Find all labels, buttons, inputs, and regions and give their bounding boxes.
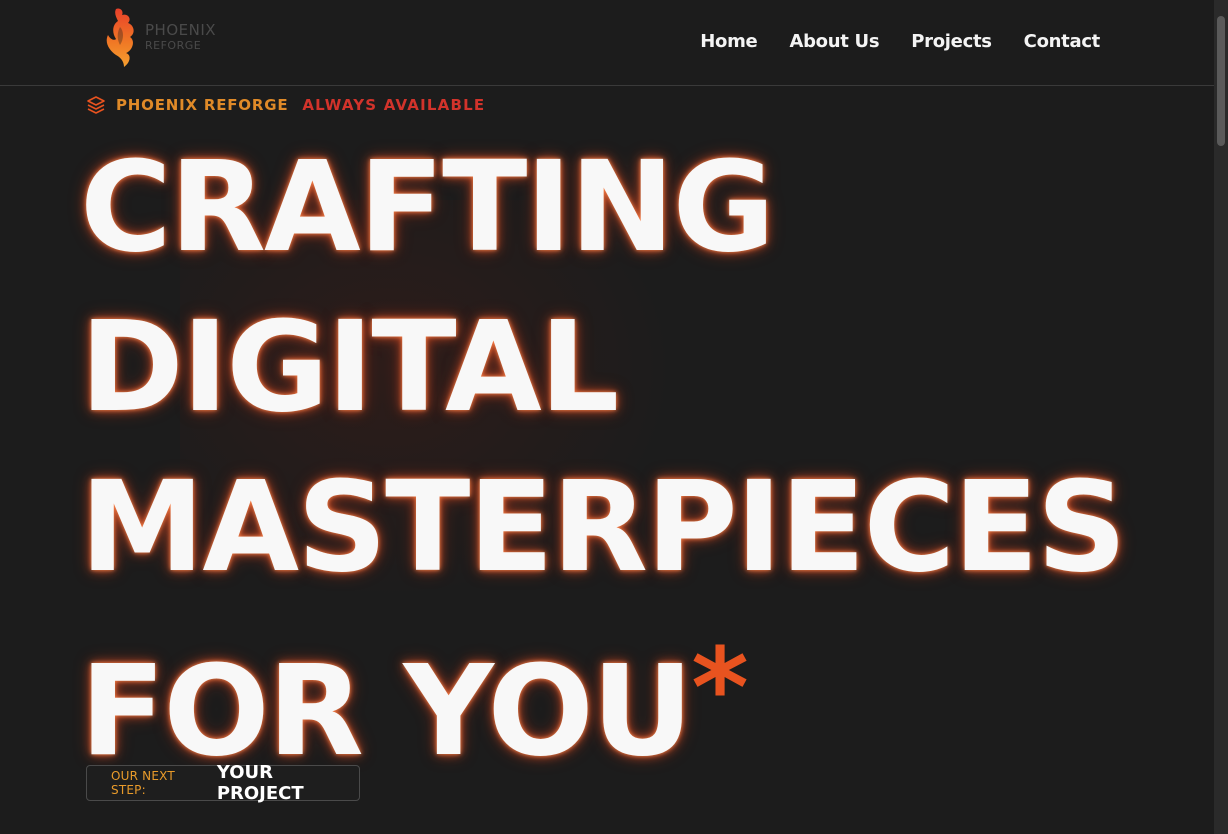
hero-line-1: CRAFTING [80, 135, 775, 280]
nav-home-link[interactable]: Home [700, 31, 758, 52]
next-step-label: OUR NEXT STEP: [111, 769, 175, 797]
nav-projects-link[interactable]: Projects [911, 31, 992, 52]
scrollbar[interactable] [1214, 0, 1228, 834]
asterisk-mark: * [691, 624, 749, 752]
logo[interactable]: PHOENIX REFORGE [102, 5, 222, 73]
scrollbar-thumb[interactable] [1217, 16, 1225, 146]
logo-text: PHOENIX REFORGE [145, 21, 217, 52]
main-nav: Home About Us Projects Contact [700, 31, 1100, 52]
tagline: PHOENIX REFORGE ALWAYS AVAILABLE [86, 95, 485, 115]
hero-heading: CRAFTING DIGITAL MASTERPIECES FOR YOU* [80, 128, 1127, 792]
logo-sub-text: REFORGE [145, 39, 202, 52]
site-header: PHOENIX REFORGE Home About Us Projects C… [0, 0, 1214, 86]
hero-line-3: MASTERPIECES [80, 455, 1127, 600]
hero-line-4-text: FOR YOU [80, 639, 693, 784]
logo-main-text: PHOENIX [145, 21, 217, 39]
availability-status: ALWAYS AVAILABLE [302, 96, 486, 114]
nav-contact-link[interactable]: Contact [1024, 31, 1101, 52]
next-step-button[interactable]: OUR NEXT STEP: YOUR PROJECT [86, 762, 360, 804]
next-step-value: YOUR PROJECT [216, 762, 304, 804]
hero-line-2: DIGITAL [80, 295, 619, 440]
tagline-brand: PHOENIX REFORGE [116, 96, 289, 114]
nav-about-us-link[interactable]: About Us [789, 31, 879, 52]
phoenix-logo-icon [106, 8, 134, 68]
page: PHOENIX REFORGE Home About Us Projects C… [0, 0, 1228, 834]
layers-icon [87, 96, 105, 114]
